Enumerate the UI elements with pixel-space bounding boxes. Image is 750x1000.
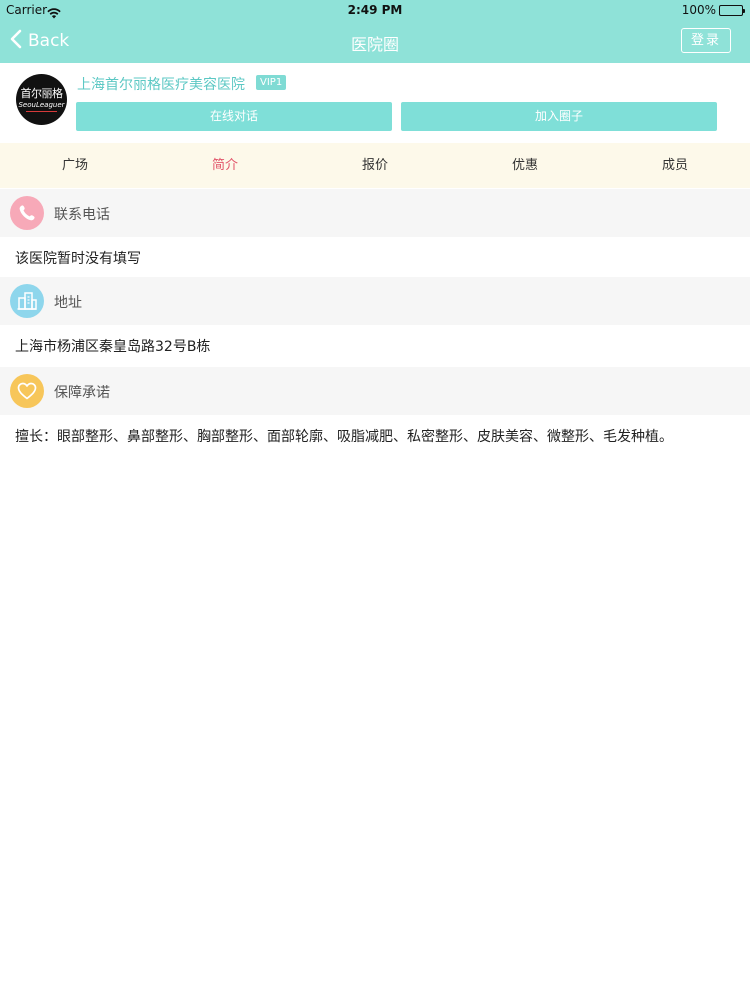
tab-bar: 广场 简介 报价 优惠 成员: [0, 143, 750, 188]
logo-en-text: SeouLeaguer: [18, 101, 65, 109]
hospital-header: 首尔丽格 SeouLeaguer 上海首尔丽格医疗美容医院 VIP1 在线对话 …: [0, 63, 750, 143]
hospital-name[interactable]: 上海首尔丽格医疗美容医院: [77, 74, 245, 94]
vip-badge: VIP1: [256, 75, 287, 90]
status-bar: Carrier 2:49 PM 100%: [0, 0, 750, 20]
battery-percent: 100%: [681, 3, 716, 17]
heart-icon: [10, 374, 44, 408]
join-circle-button[interactable]: 加入圈子: [401, 102, 717, 131]
hospital-logo: 首尔丽格 SeouLeaguer: [16, 74, 67, 125]
logo-cn-text: 首尔丽格: [20, 87, 64, 100]
building-icon: [10, 284, 44, 318]
logo-divider: [26, 111, 57, 112]
login-button[interactable]: 登录: [681, 28, 731, 53]
navigation-bar: Back 医院圈 登录: [0, 20, 750, 63]
page-title: 医院圈: [350, 35, 399, 54]
tab-square[interactable]: 广场: [0, 143, 150, 188]
guarantee-section-header: 保障承诺: [0, 367, 750, 415]
tab-price[interactable]: 报价: [300, 143, 450, 188]
phone-section-title: 联系电话: [54, 207, 110, 223]
tab-intro[interactable]: 简介: [150, 143, 300, 188]
tab-members[interactable]: 成员: [600, 143, 750, 188]
battery-icon: [719, 5, 745, 16]
guarantee-value: 擅长：眼部整形、鼻部整形、胸部整形、面部轮廓、吸脂减肥、私密整形、皮肤美容、微整…: [15, 429, 673, 445]
guarantee-section-title: 保障承诺: [54, 385, 110, 401]
phone-section-body: 该医院暂时没有填写: [0, 237, 750, 277]
address-section-body: 上海市杨浦区秦皇岛路32号B栋: [0, 325, 750, 365]
address-value: 上海市杨浦区秦皇岛路32号B栋: [15, 339, 211, 355]
online-chat-button[interactable]: 在线对话: [76, 102, 392, 131]
tab-offers[interactable]: 优惠: [450, 143, 600, 188]
guarantee-section-body: 擅长：眼部整形、鼻部整形、胸部整形、面部轮廓、吸脂减肥、私密整形、皮肤美容、微整…: [0, 415, 750, 455]
address-section-header: 地址: [0, 277, 750, 325]
clock: 2:49 PM: [347, 3, 403, 17]
address-section-title: 地址: [54, 295, 82, 311]
phone-icon: [10, 196, 44, 230]
phone-section-header: 联系电话: [0, 189, 750, 237]
phone-value: 该医院暂时没有填写: [15, 251, 141, 267]
